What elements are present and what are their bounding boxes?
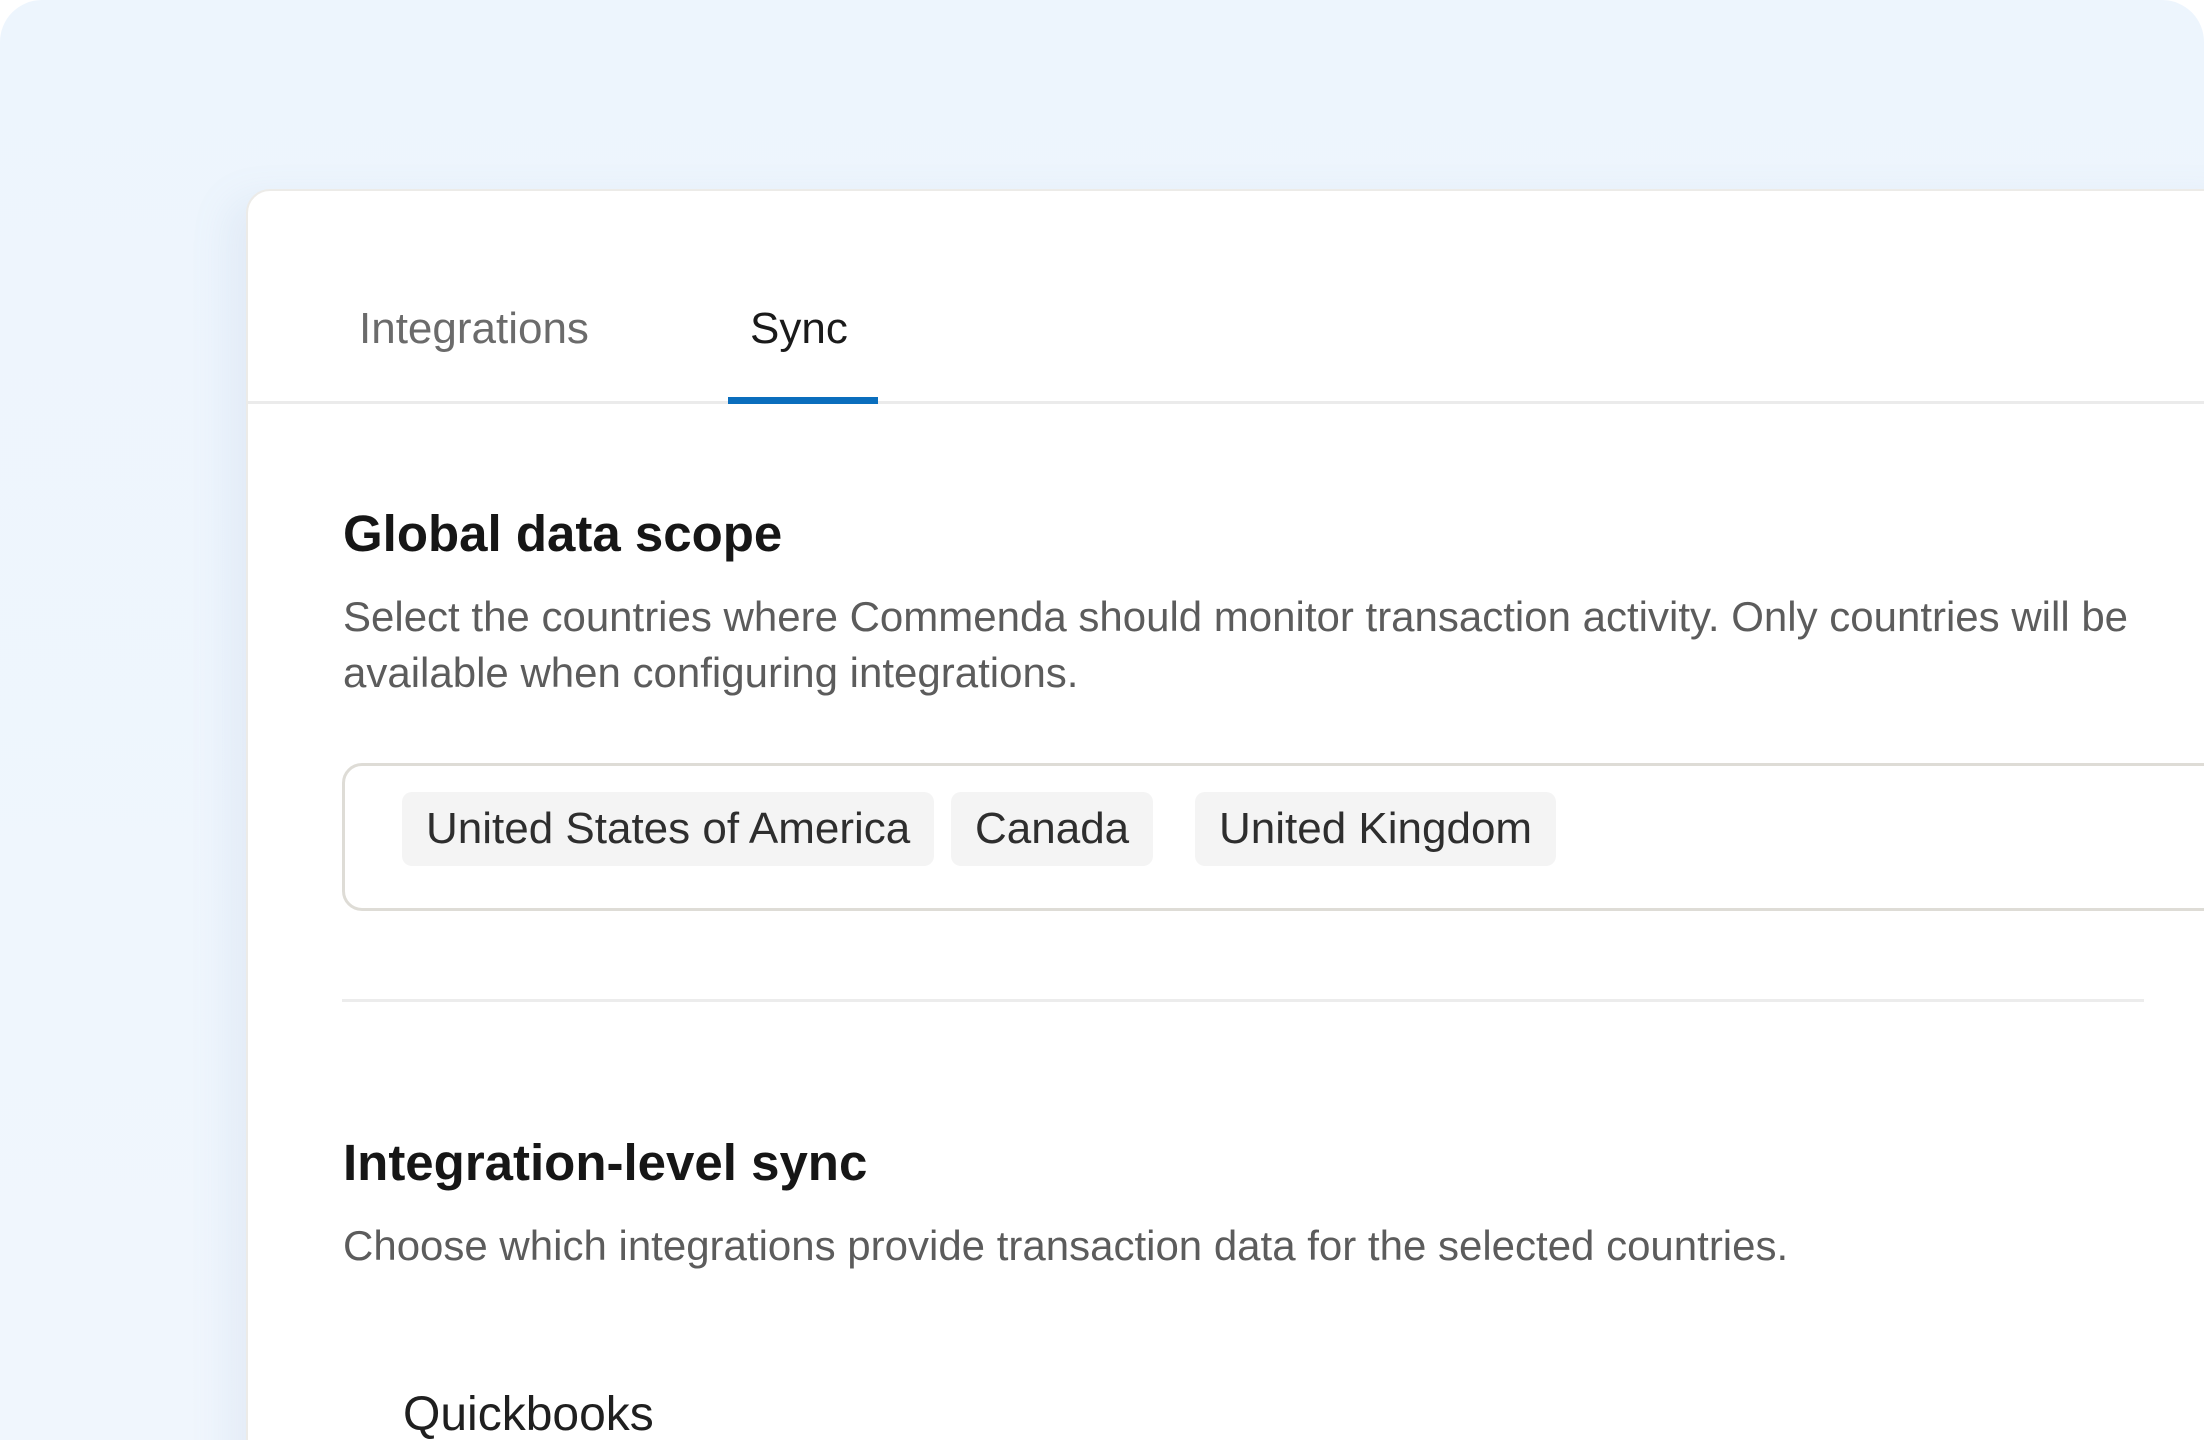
global-scope-description: Select the countries where Commenda shou…	[343, 593, 2129, 696]
tab-integrations[interactable]: Integrations	[359, 303, 589, 355]
country-chip-usa[interactable]: United States of America	[402, 792, 935, 866]
integration-sync-description: Choose which integrations provide transa…	[343, 1222, 1789, 1269]
integration-sync-title: Integration-level sync	[343, 1134, 868, 1191]
global-scope-title: Global data scope	[343, 505, 783, 562]
country-chip-uk[interactable]: United Kingdom	[1195, 792, 1557, 866]
tab-bar: Integrations Sync	[248, 191, 2204, 404]
tab-sync[interactable]: Sync	[750, 303, 848, 355]
settings-panel: Integrations Sync Global data scope Sele…	[246, 189, 2204, 1440]
page-backdrop: Integrations Sync Global data scope Sele…	[0, 0, 2204, 1440]
country-multiselect[interactable]: United States of America Canada United K…	[342, 763, 2204, 911]
section-divider	[342, 999, 2144, 1002]
active-tab-indicator	[728, 397, 878, 404]
country-chip-canada[interactable]: Canada	[951, 792, 1154, 866]
integration-quickbooks[interactable]: Quickbooks	[403, 1387, 654, 1440]
